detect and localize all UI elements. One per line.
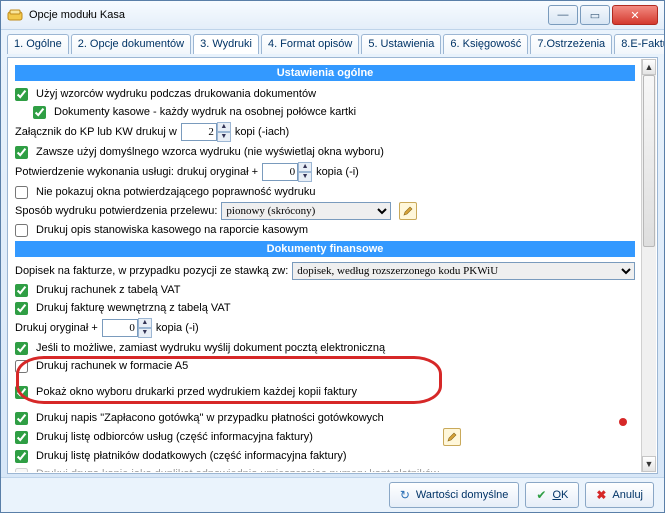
chk-a5[interactable] <box>15 360 28 373</box>
chk-always-default[interactable] <box>15 146 28 159</box>
lbl-half-page: Dokumenty kasowe - każdy wydruk na osobn… <box>54 104 356 120</box>
lbl-paid-cash: Drukuj napis "Zapłacono gotówką" w przyp… <box>36 410 384 426</box>
lbl-confirm-post: kopia (-i) <box>316 164 359 180</box>
tab-strip: 1. Ogólne 2. Opcje dokumentów 3. Wydruki… <box>1 30 664 54</box>
lbl-footnote: Dopisek na fakturze, w przypadku pozycji… <box>15 263 288 279</box>
maximize-button[interactable]: ▭ <box>580 5 610 25</box>
chk-print-desc[interactable] <box>15 224 28 237</box>
sel-transfer-mode[interactable]: pionowy (skrócony) <box>221 202 391 220</box>
tab-warnings[interactable]: 7.Ostrzeżenia <box>530 34 612 54</box>
lbl-attachment-pre: Załącznik do KP lub KW drukuj w <box>15 124 177 140</box>
lbl-email-doc: Jeśli to możliwe, zamiast wydruku wyślij… <box>36 340 385 356</box>
tab-accounting[interactable]: 6. Księgowość <box>443 34 528 54</box>
section-header-documents: Dokumenty finansowe <box>15 241 635 257</box>
titlebar: Opcje modułu Kasa — ▭ ✕ <box>1 1 664 30</box>
lbl-orig-pre: Drukuj oryginał + <box>15 320 98 336</box>
edit-icon[interactable] <box>443 428 461 446</box>
chk-recipients[interactable] <box>15 431 28 444</box>
lbl-attachment-post: kopi (-iach) <box>235 124 289 140</box>
chk-show-printer[interactable] <box>15 386 28 399</box>
module-options-window: Opcje modułu Kasa — ▭ ✕ 1. Ogólne 2. Opc… <box>0 0 665 513</box>
window-buttons: — ▭ ✕ <box>548 5 658 25</box>
tab-content: Ustawienia ogólne Użyj wzorców wydruku p… <box>7 57 658 474</box>
tab-desc-format[interactable]: 4. Format opisów <box>261 34 359 54</box>
scroll-area: Ustawienia ogólne Użyj wzorców wydruku p… <box>9 59 641 472</box>
ok-button[interactable]: ✔ OK <box>525 482 579 508</box>
lbl-print-desc: Drukuj opis stanowiska kasowego na rapor… <box>36 222 308 238</box>
chk-bill-vat[interactable] <box>15 284 28 297</box>
sel-footnote[interactable]: dopisek, według rozszerzonego kodu PKWiU <box>292 262 635 280</box>
edit-icon[interactable] <box>399 202 417 220</box>
inp-attachment-copies[interactable] <box>181 123 217 141</box>
minimize-button[interactable]: — <box>548 5 578 25</box>
lbl-always-default: Zawsze użyj domyślnego wzorca wydruku (n… <box>36 144 384 160</box>
section-header-general: Ustawienia ogólne <box>15 65 635 81</box>
lbl-recipients: Drukuj listę odbiorców usług (część info… <box>36 429 313 445</box>
scroll-up-icon[interactable]: ▲ <box>642 59 656 75</box>
lbl-internal-vat: Drukuj fakturę wewnętrzną z tabelą VAT <box>36 300 231 316</box>
scroll-down-icon[interactable]: ▼ <box>642 456 656 472</box>
refresh-icon: ↻ <box>400 488 410 502</box>
vertical-scrollbar[interactable]: ▲ ▼ <box>641 59 656 472</box>
tab-doc-options[interactable]: 2. Opcje dokumentów <box>71 34 191 54</box>
tab-settings[interactable]: 5. Ustawienia <box>361 34 441 54</box>
spin-down-icon[interactable]: ▼ <box>138 328 152 338</box>
tab-general[interactable]: 1. Ogólne <box>7 34 69 54</box>
dialog-footer: ↻ Wartości domyślne ✔ OK ✖ Anuluj <box>1 477 664 512</box>
lbl-confirm-pre: Potwierdzenie wykonania usługi: drukuj o… <box>15 164 258 180</box>
spin-up-icon[interactable]: ▲ <box>138 318 152 328</box>
spin-up-icon[interactable]: ▲ <box>217 122 231 132</box>
chk-email-doc[interactable] <box>15 342 28 355</box>
check-icon: ✔ <box>536 488 546 502</box>
lbl-hide-confirm: Nie pokazuj okna potwierdzającego popraw… <box>36 184 315 200</box>
chk-half-page[interactable] <box>33 106 46 119</box>
lbl-show-printer: Pokaż okno wyboru drukarki przed wydruki… <box>36 384 357 400</box>
lbl-use-templates: Użyj wzorców wydruku podczas drukowania … <box>36 86 316 102</box>
lbl-bill-vat: Drukuj rachunek z tabelą VAT <box>36 282 181 298</box>
inp-orig-copies[interactable] <box>102 319 138 337</box>
chk-payers[interactable] <box>15 450 28 463</box>
chk-internal-vat[interactable] <box>15 302 28 315</box>
cancel-label: Anuluj <box>612 489 643 501</box>
scroll-thumb[interactable] <box>643 75 655 247</box>
cancel-button[interactable]: ✖ Anuluj <box>585 482 654 508</box>
defaults-label: Wartości domyślne <box>416 489 509 501</box>
spin-down-icon[interactable]: ▼ <box>217 132 231 142</box>
app-icon <box>7 7 23 23</box>
defaults-button[interactable]: ↻ Wartości domyślne <box>389 482 520 508</box>
chk-paid-cash[interactable] <box>15 412 28 425</box>
tab-einvoice[interactable]: 8.E-Faktura <box>614 34 665 54</box>
cross-icon: ✖ <box>596 488 606 502</box>
chk-use-templates[interactable] <box>15 88 28 101</box>
lbl-payers: Drukuj listę płatników dodatkowych (częś… <box>36 448 347 464</box>
close-button[interactable]: ✕ <box>612 5 658 25</box>
ok-label: OK <box>552 489 568 501</box>
window-title: Opcje modułu Kasa <box>29 9 548 21</box>
lbl-orig-post: kopia (-i) <box>156 320 199 336</box>
lbl-a5: Drukuj rachunek w formacie A5 <box>36 358 188 374</box>
lbl-second-copy: Drukuj drugą kopię jako duplikat odpowie… <box>36 466 439 472</box>
spin-up-icon[interactable]: ▲ <box>298 162 312 172</box>
chk-second-copy <box>15 468 28 473</box>
annotation-dot <box>619 418 627 426</box>
chk-hide-confirm[interactable] <box>15 186 28 199</box>
lbl-transfer-mode: Sposób wydruku potwierdzenia przelewu: <box>15 203 217 219</box>
spin-down-icon[interactable]: ▼ <box>298 172 312 182</box>
inp-confirm-copies[interactable] <box>262 163 298 181</box>
tab-printouts[interactable]: 3. Wydruki <box>193 34 259 54</box>
